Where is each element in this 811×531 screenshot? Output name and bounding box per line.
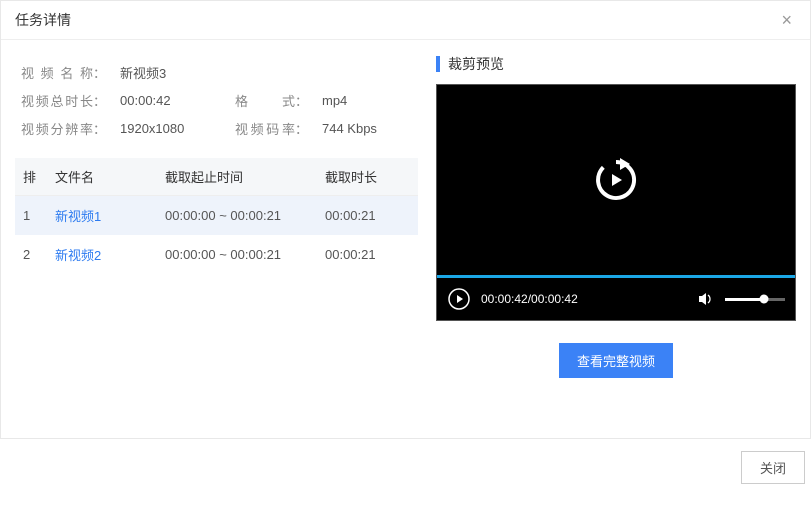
replay-icon[interactable] [588,152,644,208]
preview-section-title: 裁剪预览 [436,54,796,74]
th-filename: 文件名 [47,158,157,196]
panel-body: 视频名称： 新视频3 视频总时长： 00:00:42 格式： mp4 视频分辨率… [1,40,810,438]
video-time-display: 00:00:42/00:00:42 [481,292,578,306]
th-index: 排 [15,158,47,196]
section-bar [436,56,440,72]
label-format: 格式 [235,91,295,110]
video-player: 00:00:42/00:00:42 [436,84,796,321]
close-button[interactable]: 关闭 [741,451,805,484]
volume-slider[interactable] [725,298,785,301]
right-column: 裁剪预览 [436,54,796,378]
video-canvas[interactable] [437,85,795,275]
table-row[interactable]: 2新视频200:00:00 ~ 00:00:2100:00:21 [15,235,418,274]
th-range: 截取起止时间 [157,158,317,196]
close-icon[interactable]: × [777,7,796,33]
view-full-video-button[interactable]: 查看完整视频 [559,343,673,378]
preview-title-text: 裁剪预览 [448,54,504,74]
cell-duration: 00:00:21 [317,235,418,274]
table-row[interactable]: 1新视频100:00:00 ~ 00:00:2100:00:21 [15,196,418,236]
value-bitrate: 744 Kbps [322,121,412,136]
panel-title: 任务详情 [15,10,71,30]
value-duration: 00:00:42 [120,93,235,108]
cell-index: 2 [15,235,47,274]
cell-duration: 00:00:21 [317,196,418,236]
task-detail-panel: 任务详情 × 视频名称： 新视频3 视频总时长： 00:00:42 格式： mp… [0,0,811,439]
volume-thumb[interactable] [760,295,769,304]
clip-table: 排 文件名 截取起止时间 截取时长 1新视频100:00:00 ~ 00:00:… [15,158,418,274]
cell-range: 00:00:00 ~ 00:00:21 [157,235,317,274]
th-duration: 截取时长 [317,158,418,196]
value-video-name: 新视频3 [120,63,412,82]
cell-filename[interactable]: 新视频1 [47,196,157,236]
footer: 关闭 [0,439,811,484]
panel-header: 任务详情 × [1,1,810,40]
play-icon[interactable] [447,287,471,311]
video-controls: 00:00:42/00:00:42 [437,278,795,320]
volume-icon[interactable] [697,290,715,308]
label-duration: 视频总时长 [21,91,93,110]
left-column: 视频名称： 新视频3 视频总时长： 00:00:42 格式： mp4 视频分辨率… [15,54,418,378]
value-format: mp4 [322,93,412,108]
cell-index: 1 [15,196,47,236]
label-video-name: 视频名称 [21,63,93,82]
cell-filename[interactable]: 新视频2 [47,235,157,274]
video-info: 视频名称： 新视频3 视频总时长： 00:00:42 格式： mp4 视频分辨率… [15,54,418,158]
cell-range: 00:00:00 ~ 00:00:21 [157,196,317,236]
label-bitrate: 视频码率 [235,119,295,138]
label-resolution: 视频分辨率 [21,119,93,138]
value-resolution: 1920x1080 [120,121,235,136]
